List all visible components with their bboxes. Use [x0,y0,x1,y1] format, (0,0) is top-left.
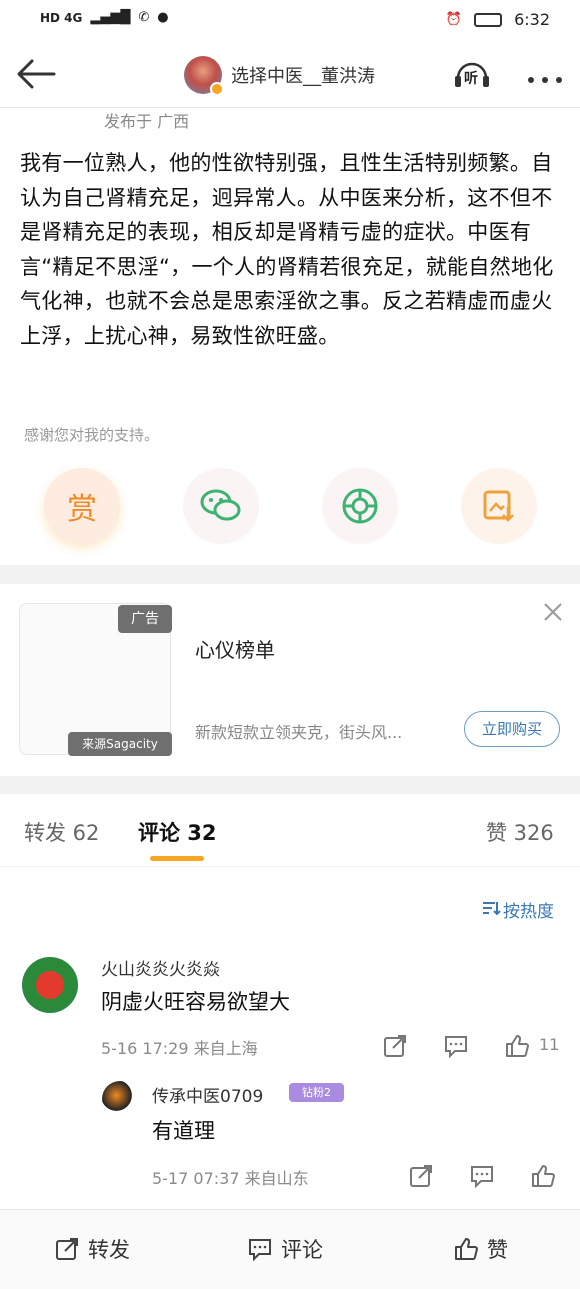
status-left: HD 4G ▂▄▆█ ✆ ● [40,10,169,25]
save-image-button[interactable] [461,468,537,544]
author-avatar[interactable] [184,56,224,96]
like-icon[interactable] [504,1033,530,1059]
post-location: 发布于 广西 [104,112,190,131]
reward-label: 赏 [67,492,97,527]
ad-title[interactable]: 心仪榜单 [195,634,275,663]
close-ad-icon[interactable] [542,601,564,623]
status-right: ⏰ 6:32 [446,10,550,29]
reply-comment-icon[interactable] [469,1163,495,1189]
bottom-like-button[interactable]: 赞 [453,1234,508,1264]
image-download-icon [483,490,514,522]
comment-text: 阴虚火旺容易欲望大 [101,990,290,1014]
tab-divider [0,866,580,867]
wechat-share-button[interactable] [183,468,259,544]
status-bar: HD 4G ▂▄▆█ ✆ ● ⏰ 6:32 [0,0,580,40]
listen-icon[interactable]: 听 [452,56,492,90]
network-indicator: HD 4G [40,10,83,25]
chat-icon: ● [157,10,169,25]
ad-description: 新款短款立领夹克，街头风... [195,723,403,742]
clock: 6:32 [514,10,550,29]
fan-badge[interactable]: 钻粉2 [289,1083,344,1102]
signal-icon: ▂▄▆█ [90,10,131,25]
tab-like[interactable]: 赞 326 [486,817,554,847]
reply-like-icon[interactable] [530,1163,556,1189]
comment-icon[interactable] [443,1033,469,1059]
bottom-repost-label: 转发 [88,1238,130,1262]
post-body: 我有一位熟人，他的性欲特别强，且性生活特别频繁。自认为自己肾精充足，迥异常人。从… [20,151,554,348]
bottom-repost-button[interactable]: 转发 [54,1234,130,1264]
reply-repost-icon[interactable] [408,1163,434,1189]
bottom-comment-button[interactable]: 评论 [247,1234,323,1264]
like-icon [455,1238,478,1260]
tab-repost[interactable]: 转发 62 [24,817,99,847]
replier-name[interactable]: 传承中医0709 [152,1082,263,1107]
repost-icon[interactable] [382,1033,408,1059]
section-divider [0,565,580,584]
author-name[interactable]: 选择中医__董洪涛 [231,62,375,88]
moments-share-button[interactable] [322,468,398,544]
commenter-avatar[interactable] [22,957,78,1013]
bottom-comment-label: 评论 [281,1238,323,1262]
alarm-icon: ⏰ [445,12,463,27]
back-arrow-icon[interactable] [14,58,58,90]
missed-call-icon: ✆ [138,10,150,25]
tab-comment[interactable]: 评论 32 [138,817,217,847]
section-divider [0,776,580,794]
replier-avatar[interactable] [102,1081,138,1117]
reward-button[interactable]: 赏 [44,468,120,544]
listen-label: 听 [464,71,478,87]
ad-source: 来源Sagacity [68,732,172,756]
sort-icon[interactable] [481,899,501,917]
sort-button[interactable]: 按热度 [503,897,554,922]
like-count: 11 [539,1035,560,1054]
buy-now-button[interactable]: 立即购买 [464,711,560,747]
comment-meta: 5-16 17:29 来自上海 [101,1039,258,1058]
top-nav: 选择中医__董洪涛 听 [0,40,580,108]
repost-icon [56,1238,78,1260]
comment-icon [249,1239,271,1262]
thanks-text: 感谢您对我的支持。 [24,426,160,444]
more-icon[interactable] [527,70,563,83]
wechat-icon [200,489,241,521]
active-tab-indicator [150,856,204,861]
commenter-name[interactable]: 火山炎炎火炎焱 [101,955,220,980]
reply-meta: 5-17 07:37 来自山东 [152,1169,309,1188]
bottom-like-label: 赞 [487,1238,508,1262]
ad-tag: 广告 [118,605,172,633]
moments-icon [342,488,378,524]
reply-text: 有道理 [152,1119,215,1143]
battery-icon [474,12,503,27]
verified-badge-icon [210,82,224,96]
